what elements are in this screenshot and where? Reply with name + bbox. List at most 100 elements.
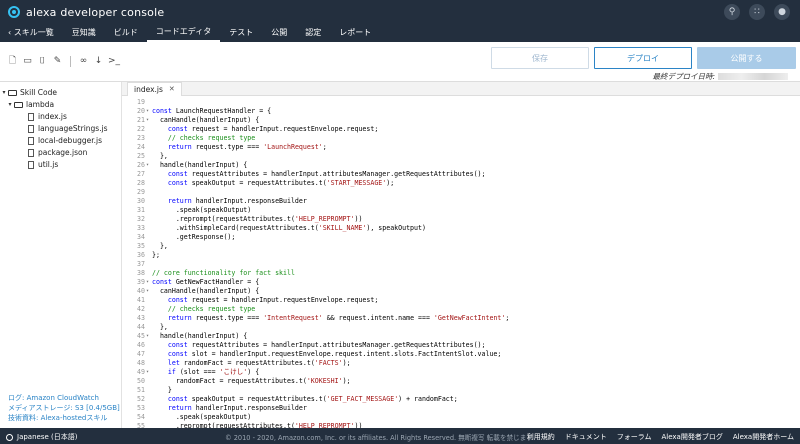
tree-file[interactable]: index.js bbox=[0, 111, 121, 123]
code-line: 22 const request = handlerInput.requestE… bbox=[122, 125, 800, 134]
line-number: 50 bbox=[137, 377, 145, 385]
tree-folder-lambda[interactable]: ▾ lambda bbox=[0, 99, 121, 111]
code-line: 39 ▾ const GetNewFactHandler = { bbox=[122, 278, 800, 287]
last-deploy: 最終デプロイ日時: bbox=[652, 71, 788, 82]
footer-link-docs[interactable]: ドキュメント bbox=[565, 432, 607, 442]
line-number: 39 bbox=[137, 278, 145, 286]
language-selector[interactable]: Japanese (日本語) bbox=[6, 432, 77, 442]
tree-file[interactable]: local-debugger.js bbox=[0, 135, 121, 147]
code-text: }; bbox=[152, 251, 160, 259]
link-label: ログ: bbox=[8, 394, 27, 402]
footer-link-blog[interactable]: Alexa開発者ブログ bbox=[662, 432, 723, 442]
nav-tab-trivia[interactable]: 豆知識 bbox=[63, 22, 105, 42]
code-line: 21 ▾ canHandle(handlerInput) { bbox=[122, 116, 800, 125]
nav-tab-test[interactable]: テスト bbox=[220, 22, 262, 42]
tree-file-label: package.json bbox=[38, 148, 88, 157]
code-text: }, bbox=[152, 152, 168, 160]
tree-file[interactable]: package.json bbox=[0, 147, 121, 159]
fold-arrow-icon[interactable]: ▾ bbox=[146, 161, 151, 170]
code-text: if (slot === 'こけし') { bbox=[167, 368, 260, 376]
rename-icon[interactable]: ✎ bbox=[52, 56, 63, 67]
last-deploy-redacted bbox=[718, 73, 788, 80]
media-storage-link[interactable]: メディアストレージ: S3 [0.4/5GB] bbox=[8, 403, 120, 413]
tree-root[interactable]: ▾ Skill Code bbox=[0, 87, 121, 99]
tree-folder-label: lambda bbox=[26, 100, 55, 109]
close-icon[interactable]: ✕ bbox=[169, 83, 175, 96]
code-line: 24 return request.type === 'LaunchReques… bbox=[122, 143, 800, 152]
code-text: const request = handlerInput.requestEnve… bbox=[167, 296, 379, 304]
code-text: }, bbox=[152, 323, 168, 331]
nav-back-to-skills[interactable]: ‹ スキル一覧 bbox=[0, 22, 63, 42]
file-tree-panel: ▾ Skill Code ▾ lambda index.js languageSt… bbox=[0, 82, 122, 428]
code-text: return request.type === 'IntentRequest' … bbox=[167, 314, 510, 322]
brand[interactable]: alexa developer console bbox=[8, 5, 164, 19]
fold-arrow-icon[interactable]: ▾ bbox=[146, 368, 151, 377]
footer-link-forum[interactable]: フォーラム bbox=[617, 432, 652, 442]
tree-file[interactable]: util.js bbox=[0, 159, 121, 171]
code-text: const speakOutput = requestAttributes.t(… bbox=[167, 179, 395, 187]
folder-icon bbox=[14, 102, 23, 108]
deploy-button[interactable]: デプロイ bbox=[594, 47, 692, 69]
save-button[interactable]: 保存 bbox=[491, 47, 589, 69]
code-line: 41 const request = handlerInput.requestE… bbox=[122, 296, 800, 305]
code-text: return handlerInput.responseBuilder bbox=[167, 197, 307, 205]
fold-arrow-icon[interactable]: ▾ bbox=[146, 116, 151, 125]
nav-tab-certification[interactable]: 認定 bbox=[296, 22, 330, 42]
link-text: Amazon CloudWatch bbox=[26, 394, 99, 402]
line-number: 53 bbox=[137, 404, 145, 412]
code-text: }, bbox=[152, 242, 168, 250]
tree-file[interactable]: languageStrings.js bbox=[0, 123, 121, 135]
delete-icon[interactable]: ⌷ bbox=[37, 56, 48, 67]
code-line: 19 bbox=[122, 98, 800, 107]
resource-links: ログ: Amazon CloudWatch メディアストレージ: S3 [0.4… bbox=[8, 393, 120, 423]
code-text: const speakOutput = requestAttributes.t(… bbox=[167, 395, 458, 403]
code-line: 33 .withSimpleCard(requestAttributes.t('… bbox=[122, 224, 800, 233]
top-bar: alexa developer console ⚲ ∷ ● ‹ スキル一覧 豆知… bbox=[0, 0, 800, 42]
code-text: const request = handlerInput.requestEnve… bbox=[167, 125, 379, 133]
cloudwatch-link[interactable]: ログ: Amazon CloudWatch bbox=[8, 393, 120, 403]
new-file-icon[interactable]: 🗋 bbox=[7, 56, 18, 67]
nav-tab-build[interactable]: ビルド bbox=[105, 22, 147, 42]
code-text: } bbox=[152, 386, 172, 394]
line-number: 22 bbox=[137, 125, 145, 133]
folder-icon bbox=[8, 90, 17, 96]
terminal-icon[interactable]: >_ bbox=[108, 56, 120, 67]
docs-link[interactable]: 技術資料: Alexa-hostedスキル bbox=[8, 413, 120, 423]
tree-file-label: util.js bbox=[38, 160, 59, 169]
caret-down-icon: ▾ bbox=[8, 101, 12, 108]
line-number: 35 bbox=[137, 242, 145, 250]
language-label: Japanese (日本語) bbox=[17, 433, 78, 441]
nav-tab-code-editor[interactable]: コードエディタ bbox=[146, 22, 221, 42]
footer-bar: Japanese (日本語) © 2010 - 2020, Amazon.com… bbox=[0, 428, 800, 444]
tab-index-js[interactable]: index.js ✕ bbox=[127, 82, 182, 96]
nav-tab-report[interactable]: レポート bbox=[330, 22, 380, 42]
footer-link-home[interactable]: Alexa開発者ホーム bbox=[733, 432, 794, 442]
fold-arrow-icon[interactable]: ▾ bbox=[146, 107, 151, 116]
fold-arrow-icon[interactable]: ▾ bbox=[146, 287, 151, 296]
link-text: Alexa-hostedスキル bbox=[40, 414, 108, 422]
download-icon[interactable]: ↓ bbox=[93, 56, 104, 67]
code-line: 23 // checks request type bbox=[122, 134, 800, 143]
last-deploy-label: 最終デプロイ日時: bbox=[652, 72, 715, 81]
code-text: .withSimpleCard(requestAttributes.t('SKI… bbox=[152, 224, 426, 232]
fold-arrow-icon[interactable]: ▾ bbox=[146, 278, 151, 287]
line-number: 43 bbox=[137, 314, 145, 322]
new-folder-icon[interactable]: ▭ bbox=[22, 56, 33, 67]
footer-link-terms[interactable]: 利用規約 bbox=[527, 432, 555, 442]
code-text: return request.type === 'LaunchRequest'; bbox=[167, 143, 327, 151]
nav-tab-publish[interactable]: 公開 bbox=[262, 22, 296, 42]
user-icon[interactable]: ● bbox=[774, 4, 790, 20]
link-icon[interactable]: ∞ bbox=[78, 56, 89, 67]
code-text: handle(handlerInput) { bbox=[152, 161, 248, 169]
globe-icon bbox=[6, 433, 13, 441]
search-icon[interactable]: ⚲ bbox=[724, 4, 740, 20]
line-number: 26 bbox=[137, 161, 145, 169]
file-icon bbox=[28, 161, 34, 169]
fold-arrow-icon[interactable]: ▾ bbox=[146, 332, 151, 341]
apps-icon[interactable]: ∷ bbox=[749, 4, 765, 20]
code-line: 31 .speak(speakOutput) bbox=[122, 206, 800, 215]
publish-button[interactable]: 公開する bbox=[697, 47, 796, 69]
code-editor[interactable]: 19 20 ▾ const LaunchRequestHandler = {21 ▾ c… bbox=[122, 96, 800, 428]
top-icons: ⚲ ∷ ● bbox=[724, 4, 790, 20]
code-text: randomFact = requestAttributes.t('KOKESH… bbox=[152, 377, 351, 385]
